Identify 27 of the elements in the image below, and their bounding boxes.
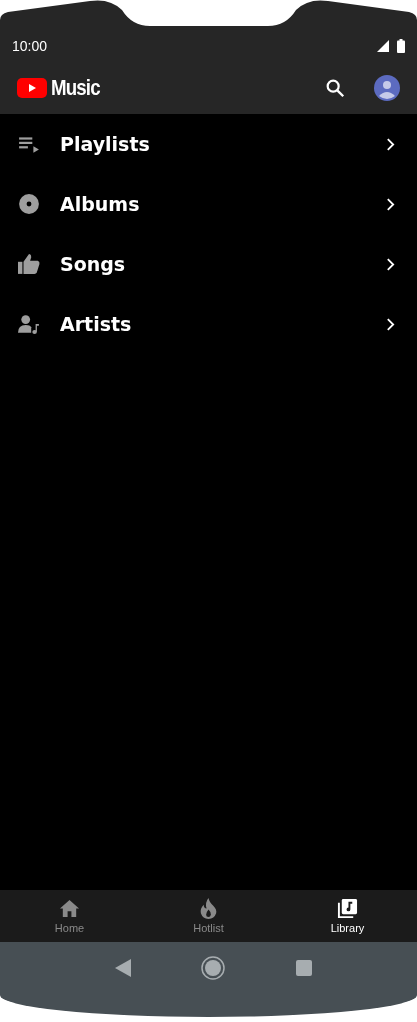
library-item[interactable]: Artists bbox=[0, 294, 417, 354]
library-item[interactable]: Albums bbox=[0, 174, 417, 234]
chevron-right-icon bbox=[386, 137, 395, 151]
chevron-right-icon bbox=[386, 317, 395, 331]
recents-icon[interactable] bbox=[295, 959, 312, 977]
nav-tab[interactable]: Library bbox=[278, 890, 417, 942]
person-music-icon bbox=[18, 313, 40, 335]
nav-tab[interactable]: Hotlist bbox=[139, 890, 278, 942]
home-circle-icon[interactable] bbox=[201, 956, 226, 980]
disc-icon bbox=[18, 193, 40, 215]
play-logo-icon bbox=[17, 78, 47, 98]
library-icon bbox=[337, 898, 358, 919]
chevron-right-icon bbox=[386, 257, 395, 271]
home-icon bbox=[59, 898, 80, 919]
signal-icon bbox=[377, 40, 389, 52]
status-time: 10:00 bbox=[12, 38, 48, 54]
flame-icon bbox=[198, 898, 219, 919]
avatar-icon[interactable] bbox=[374, 75, 400, 101]
back-icon[interactable] bbox=[115, 959, 132, 977]
battery-icon bbox=[397, 39, 405, 53]
library-item[interactable]: Playlists bbox=[0, 114, 417, 174]
nav-tab[interactable]: Home bbox=[0, 890, 139, 942]
library-item[interactable]: Songs bbox=[0, 234, 417, 294]
app-logo-text: Music bbox=[51, 75, 100, 101]
chevron-right-icon bbox=[386, 197, 395, 211]
search-icon[interactable] bbox=[324, 77, 346, 99]
thumbs-up-icon bbox=[18, 253, 40, 275]
